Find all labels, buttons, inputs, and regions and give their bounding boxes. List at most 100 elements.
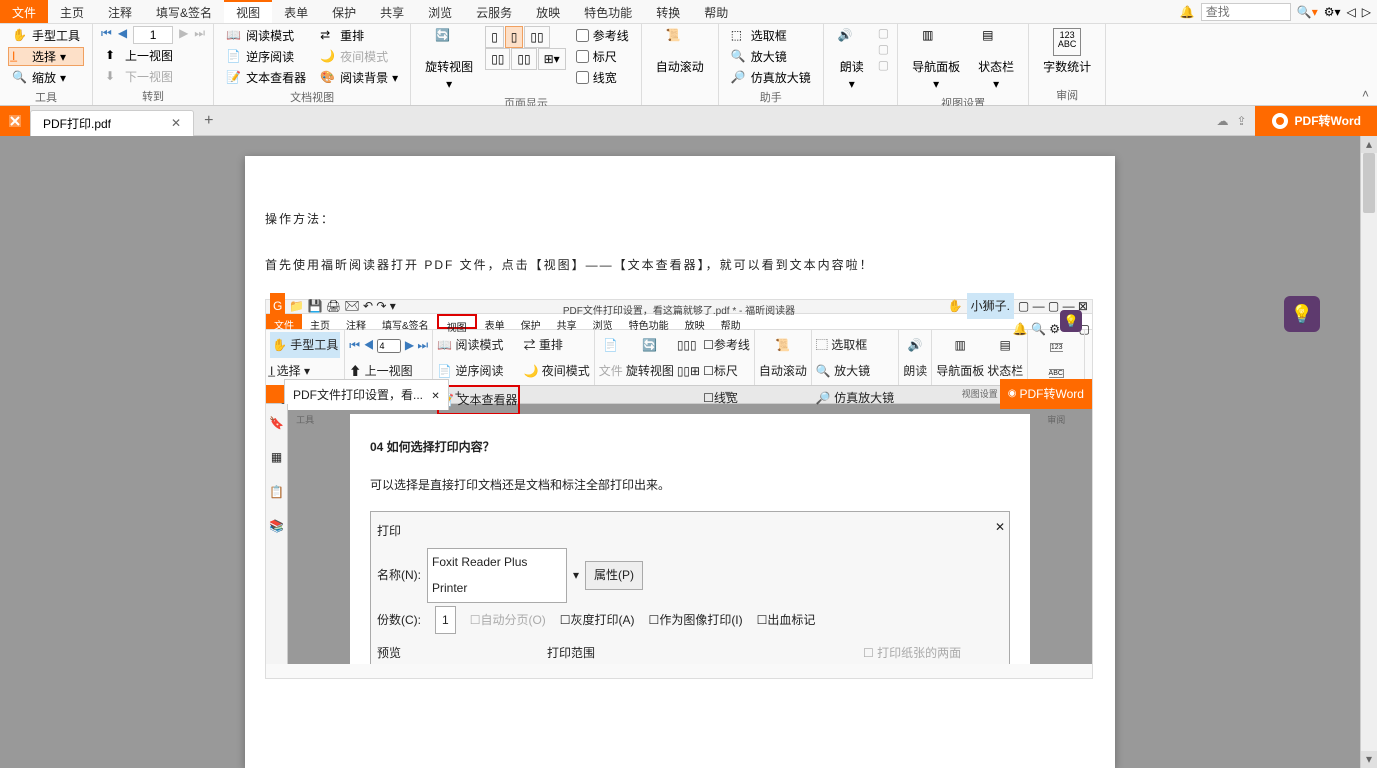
ribbon-group-review: 123 ABC 字数统计 审阅: [1029, 24, 1106, 105]
menu-share[interactable]: 共享: [368, 0, 416, 23]
menu-slideshow[interactable]: 放映: [524, 0, 572, 23]
scroll-thumb[interactable]: [1363, 153, 1375, 213]
text-viewer-button[interactable]: 📝文本查看器: [222, 68, 310, 87]
reflow-button[interactable]: ⇄重排: [316, 26, 402, 45]
menu-protect[interactable]: 保护: [320, 0, 368, 23]
select-tool-button[interactable]: I̲选择 ▾: [8, 47, 84, 66]
status-bar-button[interactable]: ▤状态栏▾: [972, 26, 1020, 93]
zoom-tool-button[interactable]: 🔍缩放 ▾: [8, 68, 84, 87]
scroll-down-icon[interactable]: ▾: [1361, 751, 1377, 768]
read-opt1-icon: ▢: [878, 26, 889, 40]
prev-view-button[interactable]: ⬆上一视图: [101, 46, 205, 65]
menu-form[interactable]: 表单: [272, 0, 320, 23]
tip-bulb-icon[interactable]: 💡: [1284, 296, 1320, 332]
moon-icon: 🌙: [320, 49, 336, 65]
menu-file[interactable]: 文件: [0, 0, 48, 23]
app-icon: [0, 106, 30, 136]
emb-menu-view-highlighted: 视图: [437, 314, 477, 329]
next-view-icon: ⬇: [105, 69, 121, 85]
hand-icon: ✋: [12, 28, 28, 44]
next-page-icon[interactable]: ▶: [179, 26, 188, 44]
read-bg-button[interactable]: 🎨阅读背景 ▾: [316, 68, 402, 87]
layout-split-icon[interactable]: ⊞▾: [538, 48, 566, 70]
emb-bookmark-icon: 🔖: [269, 410, 284, 436]
gear-icon[interactable]: ⚙▾: [1324, 5, 1341, 19]
vertical-scrollbar[interactable]: ▴ ▾: [1360, 136, 1377, 768]
loupe-button[interactable]: 🔎仿真放大镜: [727, 68, 815, 87]
menu-view[interactable]: 视图: [224, 0, 272, 23]
group-label-assist: 助手: [727, 87, 815, 107]
night-mode-button[interactable]: 🌙夜间模式: [316, 47, 402, 66]
menu-comment[interactable]: 注释: [96, 0, 144, 23]
menu-cloud[interactable]: 云服务: [464, 0, 524, 23]
nav-next-icon[interactable]: ▷: [1362, 5, 1371, 19]
menu-feature[interactable]: 特色功能: [572, 0, 644, 23]
ribbon-group-pagedisplay: 🔄旋转视图▾ ▯ ▯ ▯▯ ▯▯ ▯▯ ⊞▾ 参考线 标尺 线宽 页面显示: [411, 24, 642, 105]
document-tab-label: PDF打印.pdf: [43, 115, 111, 132]
text-icon: 📝: [226, 70, 242, 86]
pdf-to-word-button[interactable]: PDF转Word: [1255, 106, 1377, 136]
next-view-button[interactable]: ⬇下一视图: [101, 67, 205, 86]
layout-facing-icon[interactable]: ▯▯: [524, 26, 549, 48]
ribbon-group-viewset: ▥导航面板▾ ▤状态栏▾ 视图设置: [898, 24, 1029, 105]
bell-icon[interactable]: 🔔: [1180, 5, 1195, 19]
menu-browse[interactable]: 浏览: [416, 0, 464, 23]
linewidth-checkbox[interactable]: 线宽: [572, 68, 633, 87]
ribbon-group-tools: ✋手型工具 I̲选择 ▾ 🔍缩放 ▾ 工具: [0, 24, 93, 105]
hand-tool-button[interactable]: ✋手型工具: [8, 26, 84, 45]
autoscroll-button[interactable]: 📜自动滚动: [650, 26, 710, 77]
document-tab[interactable]: PDF打印.pdf ✕: [30, 110, 194, 136]
nav-panel-icon: ▥: [922, 28, 950, 56]
collapse-ribbon-icon[interactable]: ˄: [1362, 87, 1369, 101]
search-input[interactable]: [1201, 3, 1291, 21]
menu-home[interactable]: 主页: [48, 0, 96, 23]
magnifier-button[interactable]: 🔍放大镜: [727, 47, 815, 66]
bg-icon: 🎨: [320, 70, 336, 86]
new-tab-button[interactable]: +: [204, 112, 213, 130]
read-opt3-icon: ▢: [878, 58, 889, 72]
read-opt2-icon: ▢: [878, 42, 889, 56]
page-number-input[interactable]: [133, 26, 173, 44]
speaker-icon: 🔊: [838, 28, 866, 56]
loupe-icon: 🔎: [731, 70, 747, 86]
group-label-docview: 文档视图: [222, 87, 402, 107]
select-icon: I̲: [12, 49, 28, 65]
wordcount-button[interactable]: 123 ABC 字数统计: [1037, 26, 1097, 77]
convert-icon: [1271, 112, 1289, 130]
scroll-up-icon[interactable]: ▴: [1361, 136, 1377, 153]
reverse-icon: 📄: [226, 49, 242, 65]
page-title: 操作方法：: [265, 206, 1095, 232]
nav-panel-button[interactable]: ▥导航面板▾: [906, 26, 966, 93]
embedded-screenshot: G 📁 💾 🖨 ✉ ↶ ↷ ▾ PDF文件打印设置，看这篇就够了.pdf * -…: [265, 299, 1093, 679]
rotate-view-button[interactable]: 🔄旋转视图▾: [419, 26, 479, 93]
layout-cont-icon[interactable]: ▯: [505, 26, 524, 48]
nav-prev-icon[interactable]: ◁: [1347, 5, 1356, 19]
last-page-icon[interactable]: ⏭: [194, 26, 205, 44]
ribbon-group-assist: ⬚选取框 🔍放大镜 🔎仿真放大镜 助手: [719, 24, 824, 105]
layout-cover-icon[interactable]: ▯▯: [511, 48, 536, 70]
search-icon[interactable]: 🔍▾: [1297, 5, 1318, 19]
reading-mode-button[interactable]: 📖阅读模式: [222, 26, 310, 45]
prev-page-icon[interactable]: ◀: [118, 26, 127, 44]
cloud-sync-icon[interactable]: ☁: [1216, 114, 1228, 128]
menu-help[interactable]: 帮助: [692, 0, 740, 23]
layout-contfacing-icon[interactable]: ▯▯: [485, 48, 510, 70]
group-label-goto: 转到: [101, 86, 205, 106]
ribbon: ✋手型工具 I̲选择 ▾ 🔍缩放 ▾ 工具 ⏮ ◀ ▶ ⏭ ⬆上一视图 ⬇下一视…: [0, 24, 1377, 106]
document-canvas[interactable]: 操作方法： 首先使用福昕阅读器打开 PDF 文件，点击【视图】——【文本查看器】…: [0, 136, 1360, 768]
reflow-icon: ⇄: [320, 28, 336, 44]
reverse-read-button[interactable]: 📄逆序阅读: [222, 47, 310, 66]
menu-fillsign[interactable]: 填写&签名: [144, 0, 224, 23]
emb-hand-small-icon: ✋: [948, 293, 963, 319]
marquee-button[interactable]: ⬚选取框: [727, 26, 815, 45]
menu-convert[interactable]: 转换: [644, 0, 692, 23]
layout-single-icon[interactable]: ▯: [485, 26, 504, 48]
read-aloud-button[interactable]: 🔊朗读▾: [832, 26, 872, 93]
cloud-upload-icon[interactable]: ⇪: [1236, 114, 1246, 128]
guides-checkbox[interactable]: 参考线: [572, 26, 633, 45]
zoom-icon: 🔍: [12, 70, 28, 86]
ruler-checkbox[interactable]: 标尺: [572, 47, 633, 66]
ribbon-group-goto: ⏮ ◀ ▶ ⏭ ⬆上一视图 ⬇下一视图 转到: [93, 24, 214, 105]
close-tab-icon[interactable]: ✕: [171, 116, 181, 130]
first-page-icon[interactable]: ⏮: [101, 26, 112, 44]
